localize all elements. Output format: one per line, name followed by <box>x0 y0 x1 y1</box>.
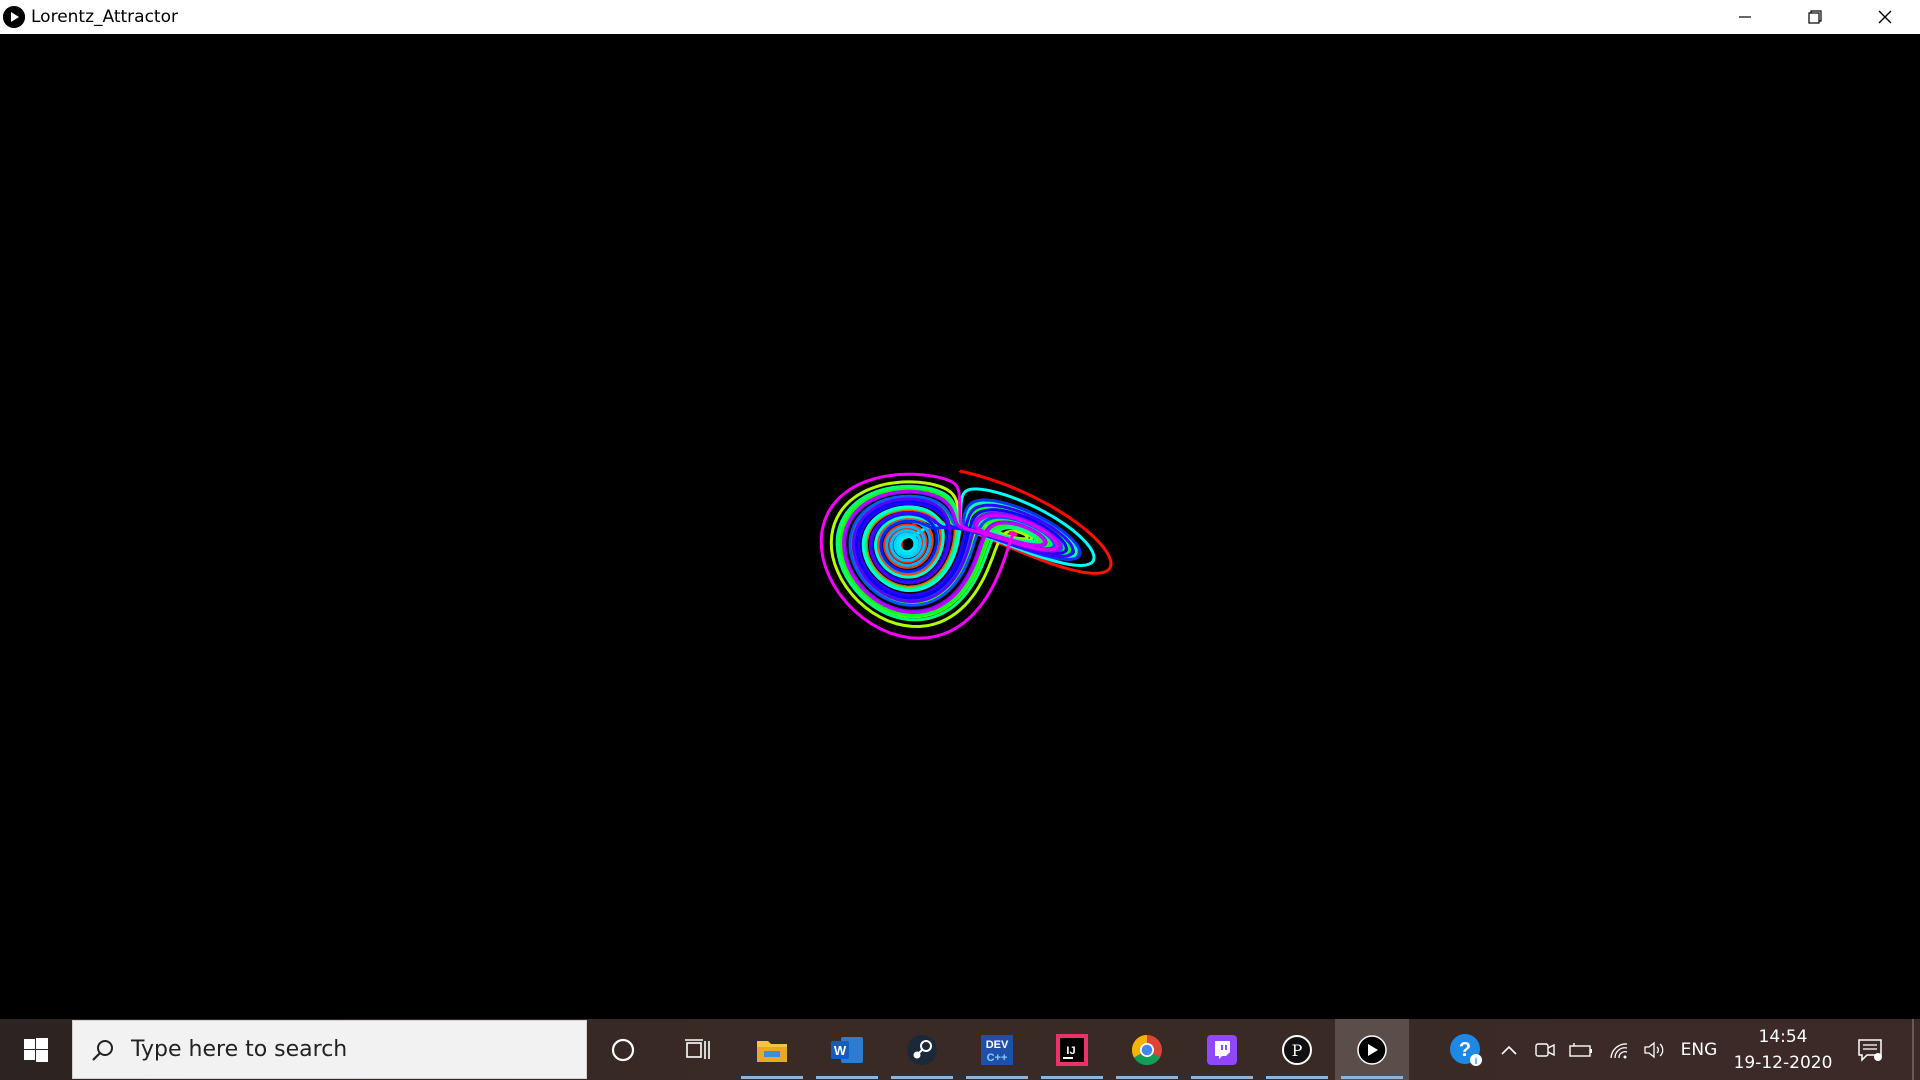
close-icon <box>1878 10 1892 24</box>
processing-button[interactable]: P <box>1260 1019 1334 1080</box>
title-bar: Lorentz_Attractor <box>0 0 1920 34</box>
svg-text:C++: C++ <box>987 1052 1008 1064</box>
svg-text:DEV: DEV <box>986 1039 1009 1051</box>
help-tray-button[interactable]: ? i <box>1444 1019 1488 1080</box>
language-indicator[interactable]: ENG <box>1676 1019 1722 1080</box>
clock[interactable]: 14:54 19-12-2020 <box>1728 1019 1838 1080</box>
chevron-up-icon <box>1501 1045 1517 1055</box>
wifi-icon <box>1610 1042 1628 1058</box>
minimize-button[interactable] <box>1710 0 1780 34</box>
meet-now-button[interactable] <box>1530 1019 1560 1080</box>
show-hidden-icons-button[interactable] <box>1494 1019 1524 1080</box>
restore-button[interactable] <box>1780 0 1850 34</box>
attractor-trail-segment <box>957 492 963 526</box>
sketch-canvas <box>0 34 1920 1019</box>
speaker-icon <box>1644 1041 1664 1058</box>
processing-icon: P <box>1282 1034 1312 1065</box>
taskbar: Type here to search W DEV C++ IJ P ? i E… <box>0 1019 1920 1080</box>
notification-icon <box>1858 1038 1882 1062</box>
close-button[interactable] <box>1850 0 1920 34</box>
task-view-button[interactable] <box>660 1019 734 1080</box>
dev-cpp-icon: DEV C++ <box>981 1034 1013 1065</box>
file-explorer-icon <box>757 1040 787 1062</box>
lorentz-app-icon <box>1357 1034 1387 1065</box>
minimize-icon <box>1739 16 1751 18</box>
svg-text:?: ? <box>1459 1039 1471 1061</box>
window-title: Lorentz_Attractor <box>31 7 178 27</box>
start-button[interactable] <box>0 1019 72 1080</box>
cortana-button[interactable] <box>586 1019 660 1080</box>
search-placeholder: Type here to search <box>131 1037 348 1062</box>
network-tray-button[interactable] <box>1604 1019 1634 1080</box>
svg-text:IJ: IJ <box>1066 1045 1075 1057</box>
twitch-icon <box>1207 1034 1237 1065</box>
word-button[interactable]: W <box>810 1019 884 1080</box>
clock-date: 19-12-2020 <box>1733 1053 1833 1073</box>
show-desktop-button[interactable] <box>1912 1019 1914 1080</box>
search-icon <box>92 1039 113 1061</box>
battery-tray-button[interactable] <box>1565 1019 1597 1080</box>
action-center-button[interactable] <box>1850 1019 1890 1080</box>
help-icon: ? i <box>1450 1033 1482 1066</box>
clock-time: 14:54 <box>1758 1027 1808 1047</box>
search-box[interactable]: Type here to search <box>72 1020 587 1079</box>
svg-text:W: W <box>834 1043 847 1058</box>
lorentz-attractor-drawing <box>819 469 1113 640</box>
svg-text:P: P <box>1292 1041 1303 1060</box>
svg-text:i: i <box>1475 1056 1478 1066</box>
task-view-icon <box>685 1038 710 1059</box>
intellij-icon: IJ <box>1056 1033 1088 1066</box>
intellij-button[interactable]: IJ <box>1035 1019 1109 1080</box>
battery-icon <box>1569 1042 1592 1057</box>
windows-logo-icon <box>24 1037 48 1062</box>
file-explorer-button[interactable] <box>735 1019 809 1080</box>
camera-icon <box>1535 1042 1555 1057</box>
restore-icon <box>1808 10 1822 24</box>
word-icon: W <box>831 1036 863 1063</box>
cortana-icon <box>611 1038 635 1061</box>
chrome-icon <box>1131 1034 1162 1065</box>
steam-icon <box>907 1034 937 1065</box>
volume-tray-button[interactable] <box>1640 1019 1670 1080</box>
language-label: ENG <box>1680 1039 1718 1060</box>
twitch-button[interactable] <box>1185 1019 1259 1080</box>
steam-button[interactable] <box>885 1019 959 1080</box>
attractor-trail-segment <box>958 469 964 473</box>
chrome-button[interactable] <box>1110 1019 1184 1080</box>
lorentz-app-button[interactable] <box>1335 1019 1409 1080</box>
dev-cpp-button[interactable]: DEV C++ <box>960 1019 1034 1080</box>
processing-app-icon <box>3 6 25 28</box>
